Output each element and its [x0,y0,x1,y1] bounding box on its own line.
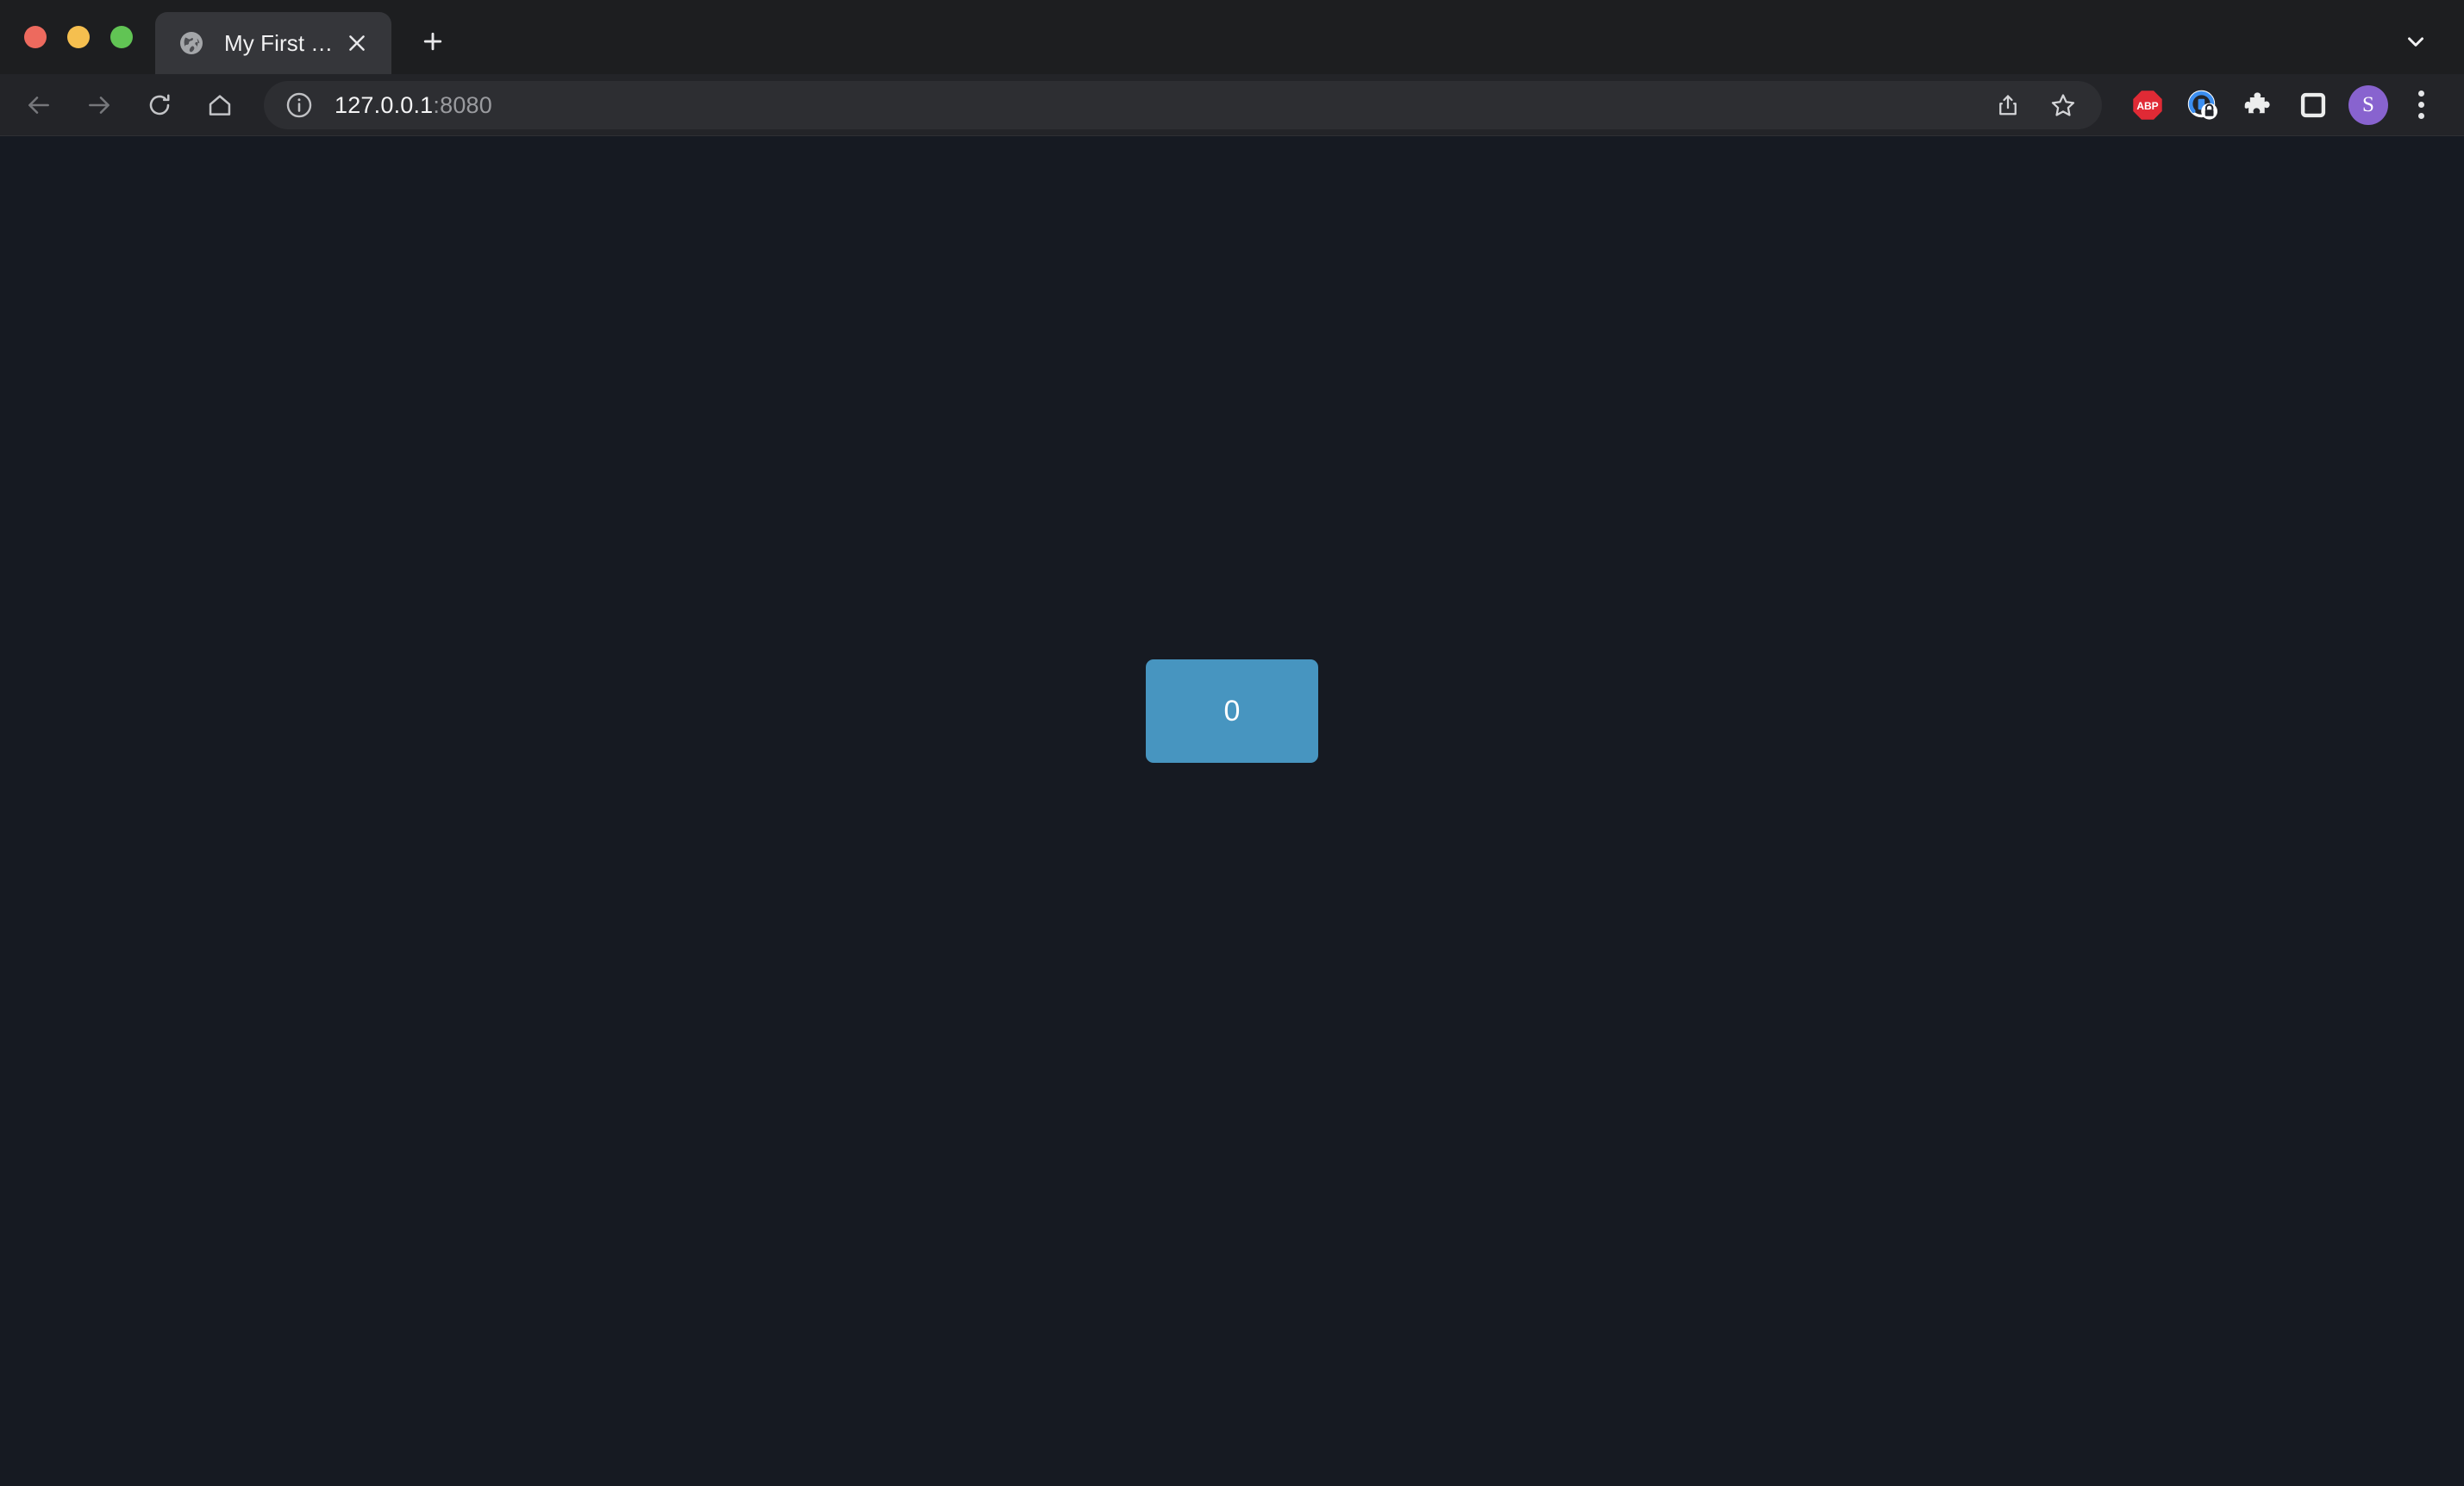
browser-toolbar: 127.0.0.1:8080 ABP S [0,74,2464,136]
privacy-lock-icon[interactable] [2176,78,2229,132]
home-icon[interactable] [193,78,247,132]
window-close-button[interactable] [24,26,47,48]
address-bar[interactable]: 127.0.0.1:8080 [264,80,2102,130]
share-icon[interactable] [1983,80,2033,130]
star-icon[interactable] [2038,80,2088,130]
puzzle-icon[interactable] [2231,78,2285,132]
menu-dot [2417,102,2424,108]
tab-title: My First Yew App [224,30,338,56]
adblock-plus-icon[interactable]: ABP [2121,78,2174,132]
browser-window: My First Yew App [0,0,2464,1486]
url-port: :8080 [433,91,492,118]
globe-icon [178,29,205,57]
menu-dot [2417,113,2424,119]
close-icon[interactable] [338,24,376,62]
menu-dot [2417,91,2424,97]
page-viewport: 0 [0,136,2464,1486]
new-tab-button[interactable] [409,17,457,66]
counter-button[interactable]: 0 [1146,659,1318,763]
window-controls [0,0,155,74]
side-panel-icon[interactable] [2286,78,2340,132]
reload-icon[interactable] [133,78,186,132]
three-dot-menu-icon[interactable] [2397,81,2445,129]
arrow-right-icon[interactable] [72,78,126,132]
svg-text:ABP: ABP [2136,100,2158,112]
window-maximize-button[interactable] [110,26,133,48]
tab-strip: My First Yew App [0,0,2464,74]
arrow-left-icon[interactable] [12,78,66,132]
url-host: 127.0.0.1 [335,91,434,118]
avatar[interactable]: S [2348,84,2388,125]
info-circle-icon[interactable] [283,89,316,122]
window-minimize-button[interactable] [67,26,90,48]
extension-toolbar: ABP S [2121,78,2445,132]
browser-tab-active[interactable]: My First Yew App [155,12,391,74]
chevron-down-icon[interactable] [2390,16,2442,67]
omnibox-actions [1983,80,2088,130]
url-text: 127.0.0.1:8080 [335,91,1983,119]
